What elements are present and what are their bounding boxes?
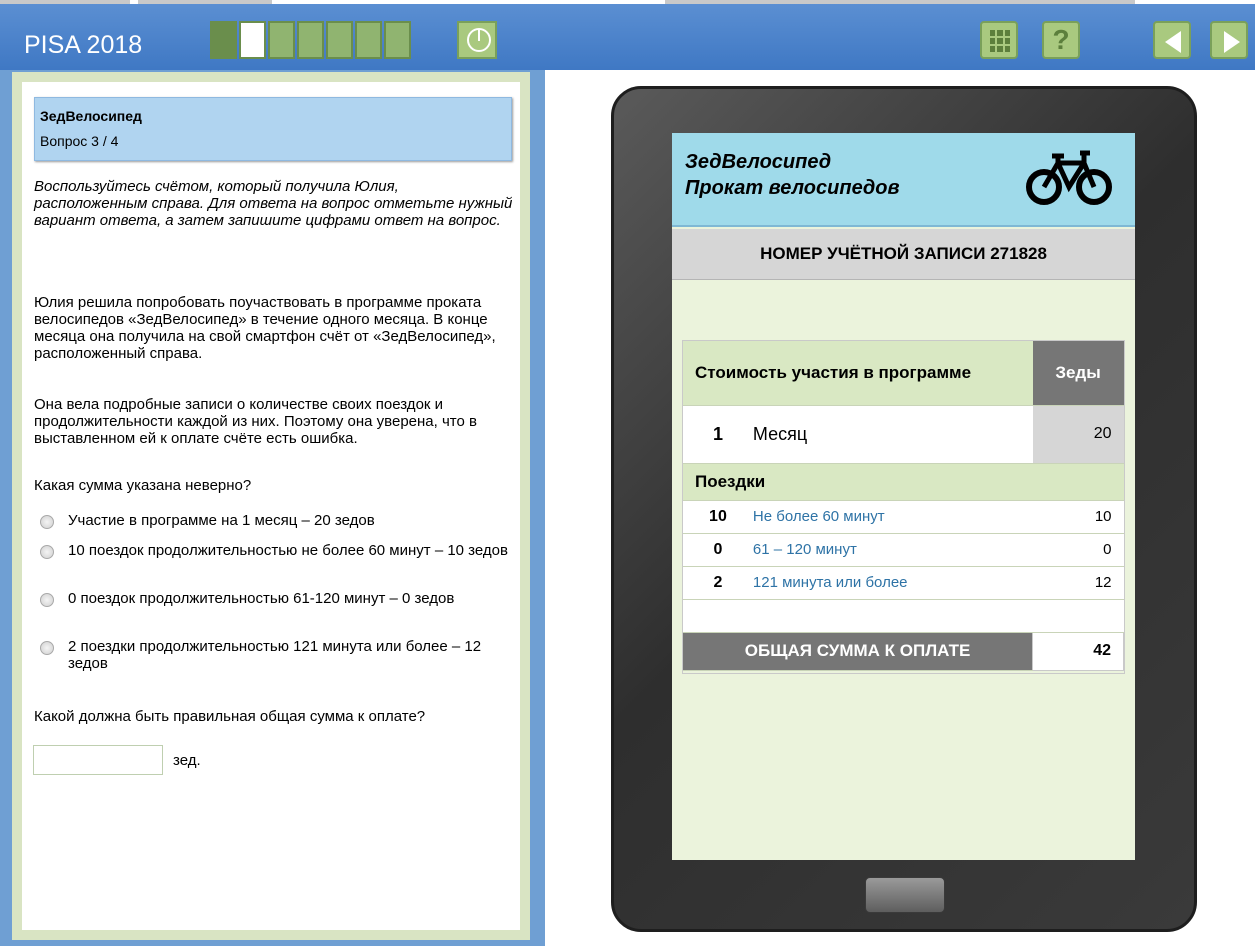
progress-indicator [210,21,411,59]
calculator-icon [990,30,1010,52]
progress-segment [355,21,382,59]
radio-button-icon[interactable] [40,545,54,559]
help-icon: ? [1052,24,1070,55]
unit-title: ЗедВелосипед [40,108,142,124]
progress-segment [297,21,324,59]
table-row: Поездки [683,463,1124,501]
bicycle-icon [1026,150,1112,205]
table-row [683,599,1124,633]
option-label: 2 поездки продолжительностью 121 минута … [68,638,482,672]
question-prompt-1: Какая сумма указана неверно? [34,477,252,494]
test-header-bar: PISA 2018 ? [0,4,1255,70]
trip-quantity: 0 [683,533,753,567]
currency-header: Зеды [1032,341,1124,406]
table-row: 1 Месяц 20 [683,405,1124,464]
timer-button[interactable] [457,21,497,59]
option-label: Участие в программе на 1 месяц – 20 зедо… [68,512,375,529]
table-row: 2 121 минута или более 12 [683,566,1124,600]
table-row: ОБЩАЯ СУММА К ОПЛАТЕ 42 [683,631,1124,671]
total-answer-input[interactable] [33,745,163,775]
progress-segment [268,21,295,59]
trip-quantity: 10 [683,500,753,534]
timer-hand [478,29,480,41]
company-name: ЗедВелосипед [685,151,832,173]
progress-segment [384,21,411,59]
trip-cost: 10 [1032,500,1124,534]
scenario-paragraph-1: Юлия решила попробовать поучаствовать в … [34,294,496,362]
total-value: 42 [1032,631,1124,671]
trip-cost: 12 [1032,566,1124,600]
account-number: НОМЕР УЧЁТНОЙ ЗАПИСИ 271828 [672,229,1135,280]
progress-segment-current [239,21,266,59]
scenario-paragraph-2: Она вела подробные записи о количестве с… [34,396,477,447]
month-cost: 20 [1032,405,1124,464]
bill-header: ЗедВелосипед Прокат велосипедов [672,133,1135,227]
radio-button-icon[interactable] [40,641,54,655]
table-row: Стоимость участия в программе Зеды [683,341,1124,406]
next-arrow-icon [1224,31,1240,53]
company-tagline: Прокат велосипедов [685,177,900,199]
trip-duration: Не более 60 минут [752,500,1033,534]
membership-header: Стоимость участия в программе [683,341,1033,406]
radio-button-icon[interactable] [40,593,54,607]
tablet-home-button [865,877,945,913]
trips-header: Поездки [683,463,1033,501]
bill-table: Стоимость участия в программе Зеды 1 Мес… [683,341,1124,671]
trips-header-cell [1032,463,1124,501]
progress-segment [210,21,237,59]
radio-button-icon[interactable] [40,515,54,529]
trip-quantity: 2 [683,566,753,600]
option-label: 10 поездок продолжительностью не более 6… [68,542,508,559]
help-button[interactable]: ? [1042,21,1080,59]
trip-cost: 0 [1032,533,1124,567]
month-quantity: 1 [683,405,753,464]
calculator-button[interactable] [980,21,1018,59]
instruction-text: Воспользуйтесь счётом, который получила … [34,178,513,229]
month-label: Месяц [752,405,1033,464]
question-prompt-2: Какой должна быть правильная общая сумма… [34,708,426,725]
trip-duration: 61 – 120 минут [752,533,1033,567]
question-number: Вопрос 3 / 4 [40,133,119,149]
total-label: ОБЩАЯ СУММА К ОПЛАТЕ [683,632,1033,671]
trip-duration: 121 минута или более [752,566,1033,600]
previous-arrow-icon [1165,31,1181,53]
panel-divider [540,70,545,946]
next-button[interactable] [1210,21,1248,59]
option-label: 0 поездок продолжительностью 61-120 мину… [68,590,455,607]
progress-segment [326,21,353,59]
brand-title: PISA 2018 [24,31,143,59]
previous-button[interactable] [1153,21,1191,59]
question-header-box: ЗедВелосипед Вопрос 3 / 4 [34,97,512,161]
table-row: 10 Не более 60 минут 10 [683,500,1124,534]
answer-unit-label: зед. [173,752,201,769]
table-row: 0 61 – 120 минут 0 [683,533,1124,567]
